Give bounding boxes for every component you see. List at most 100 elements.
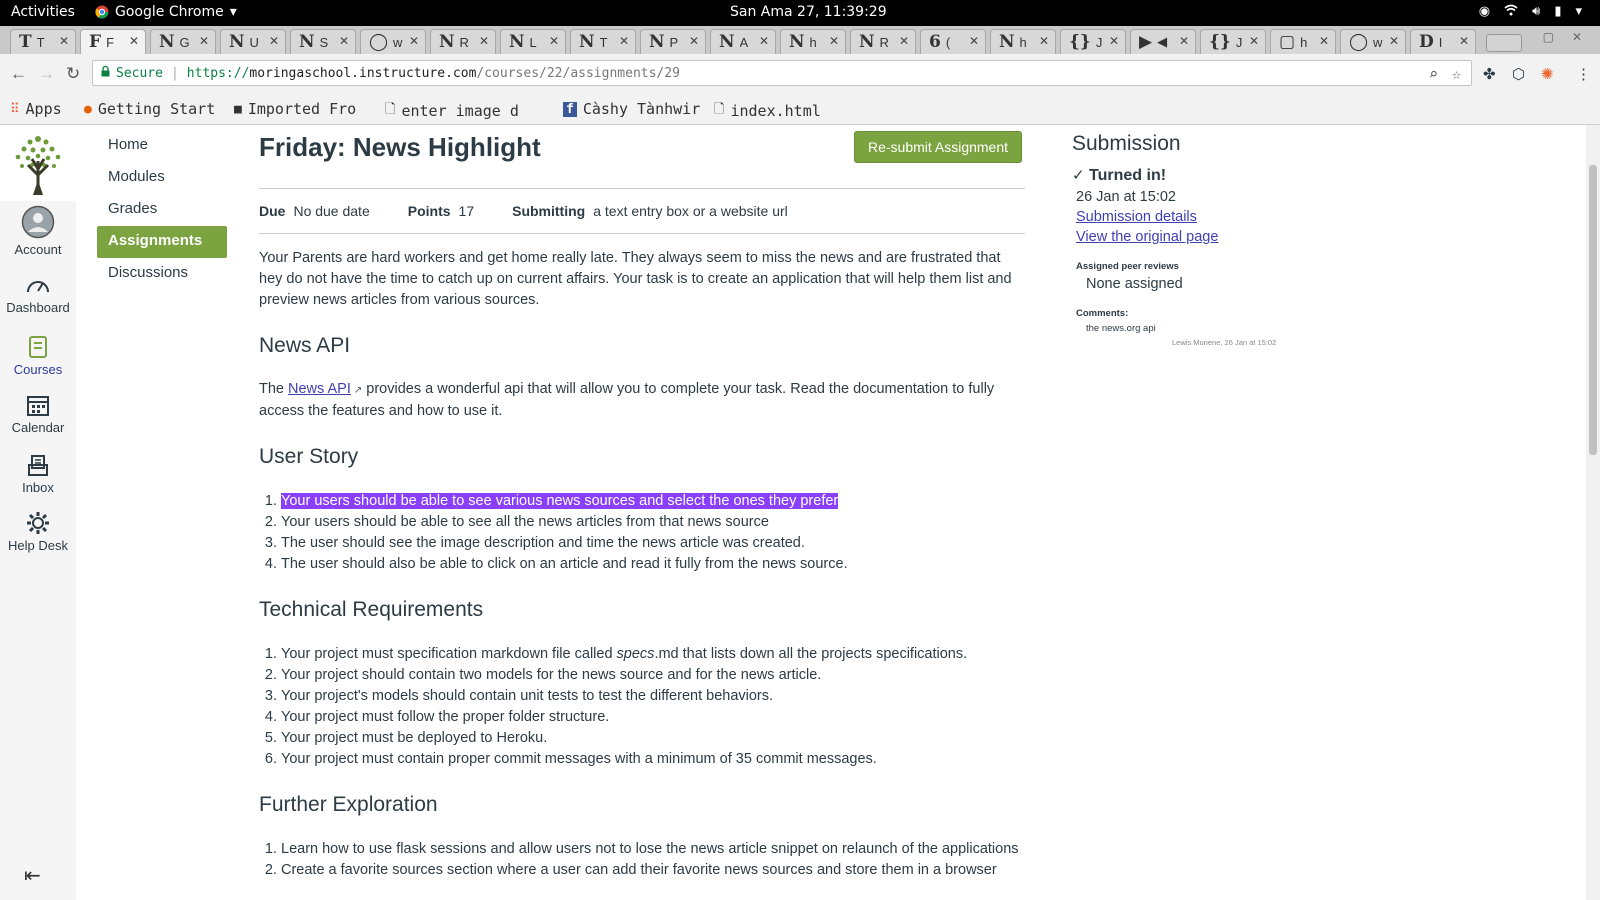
school-logo[interactable] <box>0 125 76 201</box>
browser-tab[interactable]: N L ✕ <box>500 29 566 54</box>
close-tab-icon[interactable]: ✕ <box>549 34 559 48</box>
global-nav-label: Help Desk <box>8 538 68 553</box>
new-tab-button[interactable] <box>1486 34 1522 52</box>
highlighted-text: Your users should be able to see various… <box>281 493 839 509</box>
close-tab-icon[interactable]: ✕ <box>829 34 839 48</box>
browser-tab[interactable]: N R ✕ <box>850 29 916 54</box>
browser-tab[interactable]: N S ✕ <box>290 29 356 54</box>
system-tray[interactable]: ◉ 🔊︎ ▮ ▾ <box>1479 4 1582 20</box>
course-nav-assignments[interactable]: Assignments <box>97 226 227 258</box>
colorful-extension-icon[interactable]: ✺ <box>1541 65 1554 83</box>
course-nav-discussions[interactable]: Discussions <box>97 258 227 290</box>
back-icon[interactable]: ← <box>10 64 27 84</box>
browser-tab[interactable]: N U ✕ <box>220 29 286 54</box>
close-window-icon[interactable]: ✕ <box>1572 30 1582 44</box>
address-bar[interactable]: Secure | https:// moringaschool.instruct… <box>92 60 1472 86</box>
activities-button[interactable]: Activities <box>11 4 75 20</box>
global-nav-help-desk[interactable]: Help Desk <box>0 511 76 553</box>
browser-tab[interactable]: ◯ w ✕ <box>360 29 426 54</box>
browser-tab[interactable]: Nh ✕ <box>780 29 846 54</box>
browser-tab[interactable]: N A ✕ <box>710 29 776 54</box>
close-tab-icon[interactable]: ✕ <box>339 34 349 48</box>
close-tab-icon[interactable]: ✕ <box>1319 34 1329 48</box>
status-text: Turned in! <box>1089 167 1167 184</box>
view-original-page-link[interactable]: View the original page <box>1076 229 1312 245</box>
browser-tab[interactable]: D I ✕ <box>1410 29 1476 54</box>
close-tab-icon[interactable]: ✕ <box>1459 34 1469 48</box>
close-tab-icon[interactable]: ✕ <box>479 34 489 48</box>
collapse-nav-icon[interactable]: ⇤ <box>24 863 41 888</box>
global-nav-inbox[interactable]: Inbox <box>0 453 76 495</box>
bookmark-index[interactable]: 🗋 index.html <box>714 100 821 122</box>
minimize-icon[interactable]: ▢ <box>1543 30 1554 44</box>
list-item: Your project must specification markdown… <box>281 644 1025 665</box>
close-tab-icon[interactable]: ✕ <box>409 34 419 48</box>
browser-tab[interactable]: N G ✕ <box>150 29 216 54</box>
tab-favicon-icon: N <box>509 32 525 52</box>
browser-tab[interactable]: ▢ h ✕ <box>1270 29 1336 54</box>
tab-favicon-icon: N <box>789 32 805 52</box>
close-tab-icon[interactable]: ✕ <box>59 34 69 48</box>
tab-favicon-icon: ◯ <box>1349 32 1369 52</box>
submission-details-link[interactable]: Submission details <box>1076 209 1312 225</box>
close-tab-icon[interactable]: ✕ <box>129 34 139 48</box>
browser-tab[interactable]: Nh ✕ <box>990 29 1056 54</box>
browser-tab[interactable]: {} J ✕ <box>1060 29 1126 54</box>
close-tab-icon[interactable]: ✕ <box>1039 34 1049 48</box>
forward-icon[interactable]: → <box>38 64 55 84</box>
close-tab-icon[interactable]: ✕ <box>1389 34 1399 48</box>
record-icon: ◉ <box>1478 4 1491 19</box>
course-nav-grades[interactable]: Grades <box>97 194 227 226</box>
cube-extension-icon[interactable]: ⬡ <box>1512 65 1525 83</box>
browser-tab[interactable]: ▶ ◀ ✕ <box>1130 29 1196 54</box>
app-menu[interactable]: Google Chrome ▾ <box>95 4 237 20</box>
tab-title: h <box>1300 34 1308 50</box>
scrollbar-thumb[interactable] <box>1589 165 1597 455</box>
browser-tab[interactable]: N P ✕ <box>640 29 706 54</box>
bookmarks-bar: ⠿ Apps ● Getting Start ■ Imported Fro 🗋 … <box>0 94 1600 125</box>
tab-title: J <box>1235 34 1243 50</box>
close-tab-icon[interactable]: ✕ <box>269 34 279 48</box>
news-api-link[interactable]: News API <box>288 381 351 397</box>
close-tab-icon[interactable]: ✕ <box>759 34 769 48</box>
further-exploration-list: Learn how to use flask sessions and allo… <box>259 839 1025 881</box>
url-path: /courses/22/assignments/29 <box>476 65 680 81</box>
os-top-bar: Activities Google Chrome ▾ San Ama 27, 1… <box>0 0 1600 26</box>
intro-paragraph: Your Parents are hard workers and get ho… <box>259 250 1012 308</box>
browser-tab[interactable]: N T ✕ <box>570 29 636 54</box>
global-nav-dashboard[interactable]: Dashboard <box>0 275 76 315</box>
browser-tab[interactable]: ◯ w ✕ <box>1340 29 1406 54</box>
browser-tab[interactable]: T T ✕ <box>10 29 76 54</box>
bookmark-imported[interactable]: ■ Imported Fro <box>234 100 356 118</box>
extension-icon[interactable]: ✤ <box>1483 65 1496 83</box>
course-nav-modules[interactable]: Modules <box>97 162 227 194</box>
browser-tab[interactable]: {} J ✕ <box>1200 29 1266 54</box>
close-tab-icon[interactable]: ✕ <box>969 34 979 48</box>
global-nav-calendar[interactable]: Calendar <box>0 393 76 435</box>
battery-icon: ▮ <box>1554 4 1562 19</box>
bookmark-cashy[interactable]: f Càshy Tànhwir <box>563 100 700 118</box>
menu-dots-icon[interactable]: ⋮ <box>1576 65 1591 83</box>
zoom-icon[interactable]: ⌕ <box>1429 65 1438 83</box>
close-tab-icon[interactable]: ✕ <box>619 34 629 48</box>
close-tab-icon[interactable]: ✕ <box>1249 34 1259 48</box>
bookmark-apps[interactable]: ⠿ Apps <box>10 100 62 118</box>
bookmark-getting-started[interactable]: ● Getting Start <box>84 100 215 118</box>
browser-tab[interactable]: F F ✕ <box>80 29 146 54</box>
close-tab-icon[interactable]: ✕ <box>689 34 699 48</box>
global-nav-account[interactable]: Account <box>0 205 76 257</box>
resubmit-assignment-button[interactable]: Re-submit Assignment <box>854 131 1022 163</box>
page-scrollbar[interactable] <box>1586 125 1600 900</box>
bookmark-enter-image[interactable]: 🗋 enter image d <box>385 100 519 122</box>
close-tab-icon[interactable]: ✕ <box>899 34 909 48</box>
clock[interactable]: San Ama 27, 11:39:29 <box>730 4 887 20</box>
close-tab-icon[interactable]: ✕ <box>199 34 209 48</box>
browser-tab[interactable]: 6(✕ <box>920 29 986 54</box>
browser-tab[interactable]: N R ✕ <box>430 29 496 54</box>
close-tab-icon[interactable]: ✕ <box>1109 34 1119 48</box>
course-nav-home[interactable]: Home <box>97 130 227 162</box>
close-tab-icon[interactable]: ✕ <box>1179 34 1189 48</box>
global-nav-courses[interactable]: Courses <box>0 335 76 377</box>
reload-icon[interactable]: ↻ <box>66 64 80 84</box>
bookmark-star-icon[interactable]: ☆ <box>1452 65 1461 83</box>
